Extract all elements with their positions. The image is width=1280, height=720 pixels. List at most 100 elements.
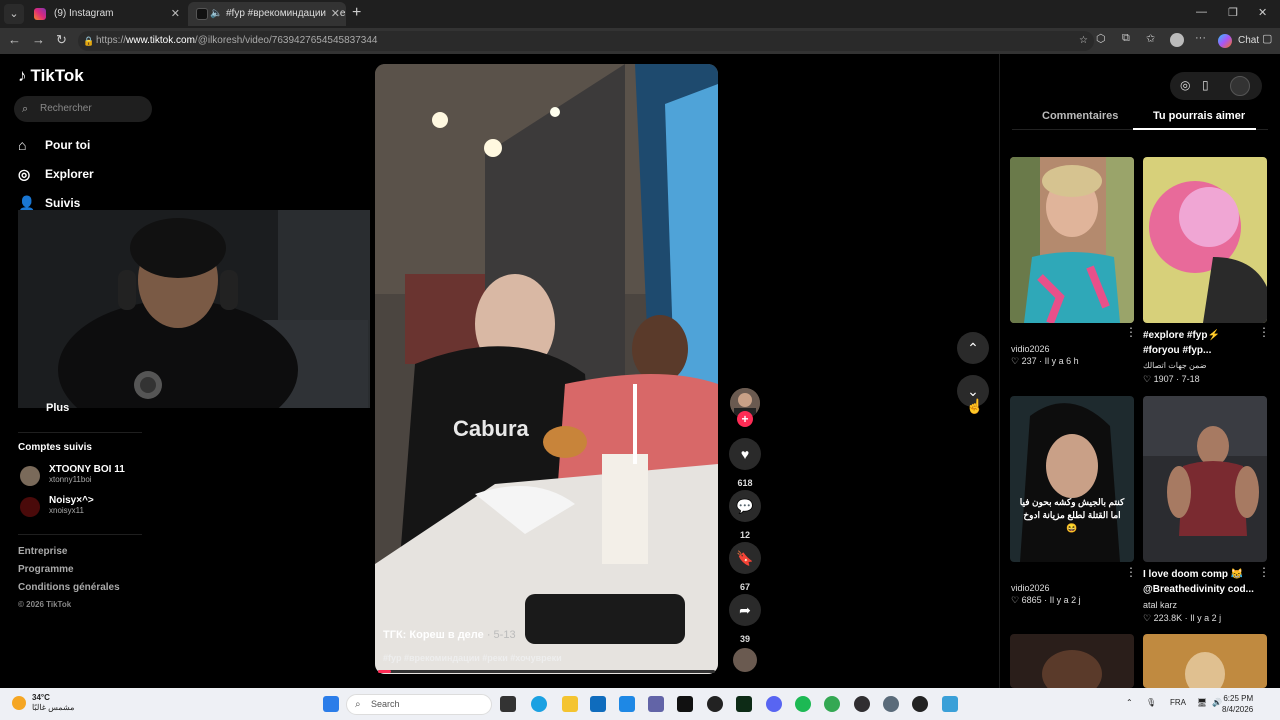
teams-icon[interactable] — [648, 696, 664, 712]
save-action[interactable]: 🔖 67 — [729, 542, 761, 592]
tab-tiktok[interactable]: 🔈 #fyp #врекоминдации #реки ✕ — [188, 2, 346, 26]
tab-you-may-like[interactable]: Tu pourrais aimer — [1153, 110, 1245, 122]
task-view-icon[interactable] — [500, 696, 516, 712]
tray-chevron-icon[interactable]: ⌃ — [1126, 698, 1133, 707]
footer-link-business[interactable]: Entreprise — [18, 546, 67, 557]
media-player-icon[interactable] — [912, 696, 928, 712]
app-v-icon[interactable] — [736, 696, 752, 712]
active-tab-indicator — [1133, 128, 1256, 130]
progress-fill — [378, 670, 392, 673]
card-author[interactable]: ضمن جهات اتصالك — [1143, 361, 1207, 370]
nav-for-you[interactable]: ⌂ Pour toi — [18, 136, 90, 154]
language-indicator[interactable]: FRA — [1170, 698, 1186, 707]
video-thumbnail[interactable] — [1010, 634, 1134, 688]
card-author[interactable]: vidio2026 — [1011, 583, 1050, 593]
forward-icon[interactable]: → — [32, 32, 45, 47]
profile-avatar[interactable] — [1230, 76, 1250, 96]
search-input[interactable]: ⌕ Rechercher — [14, 96, 152, 122]
coin-icon[interactable]: ◎ — [1180, 78, 1190, 92]
more-options-icon[interactable]: ⋮ — [1125, 325, 1137, 339]
copilot-chat-button[interactable]: Chat — [1218, 32, 1259, 50]
more-options-icon[interactable]: ⋮ — [1258, 325, 1270, 339]
favorite-star-icon[interactable]: ☆ — [1079, 31, 1088, 51]
close-tab-icon[interactable]: ✕ — [327, 2, 340, 26]
spotify-icon[interactable] — [795, 696, 811, 712]
nav-more[interactable]: Plus — [46, 402, 69, 414]
split-screen-icon[interactable]: ⧉ — [1122, 32, 1130, 45]
weather-widget[interactable]: 34°C مشمس غالبًا — [12, 693, 74, 713]
taskbar-search[interactable]: ⌕ Search — [346, 694, 492, 715]
speaker-icon[interactable]: 🔈 — [210, 2, 222, 26]
tab-actions-button[interactable]: ⌄ — [4, 4, 24, 24]
video-player[interactable]: Cabura — [375, 64, 718, 674]
card-title[interactable]: #explore #fyp⚡ #foryou #fyp... — [1143, 328, 1255, 358]
file-explorer-icon[interactable] — [562, 696, 578, 712]
store-icon[interactable] — [619, 696, 635, 712]
video-thumbnail[interactable] — [1143, 157, 1267, 323]
like-action[interactable]: ♥ 618 — [729, 438, 761, 488]
avatar — [20, 497, 40, 517]
system-clock[interactable]: 6:25 PM 8/4/2026 — [1222, 693, 1253, 715]
back-icon[interactable]: ← — [8, 32, 21, 47]
minimize-icon[interactable]: — — [1196, 6, 1207, 18]
tiktok-logo[interactable]: ♪ TikTok — [18, 66, 84, 86]
video-thumbnail[interactable] — [1143, 634, 1267, 688]
followed-account[interactable]: Noisy×^> xnoisyx11 — [20, 495, 94, 517]
video-thumbnail[interactable] — [1010, 157, 1134, 323]
more-options-icon[interactable]: ⋮ — [1258, 565, 1270, 579]
followed-account[interactable]: XTOONY BOI 11 xtonny11boi — [20, 464, 125, 486]
menu-more-icon[interactable]: ··· — [1195, 32, 1206, 44]
video-thumbnail[interactable] — [1143, 396, 1267, 562]
footer-link-program[interactable]: Programme — [18, 564, 74, 575]
notepad-icon[interactable] — [942, 696, 958, 712]
reload-icon[interactable]: ↻ — [56, 32, 67, 48]
thumbnail-image — [1143, 157, 1267, 323]
nav-explore[interactable]: ◎ Explorer — [18, 165, 94, 183]
close-tab-icon[interactable]: ✕ — [171, 2, 180, 26]
previous-video-button[interactable]: ⌃ — [957, 332, 989, 364]
windows-start-icon[interactable] — [323, 696, 339, 712]
new-tab-button[interactable]: + — [352, 4, 361, 22]
video-progress-bar[interactable] — [378, 670, 715, 673]
app-a-icon[interactable] — [677, 696, 693, 712]
microphone-icon[interactable]: 🎙 — [1146, 698, 1156, 707]
volume-icon[interactable]: 🔊 — [1212, 698, 1222, 707]
obs-icon[interactable] — [854, 696, 870, 712]
xbox-icon[interactable] — [707, 696, 723, 712]
settings-gear-icon[interactable] — [883, 696, 899, 712]
weather-temp: 34°C — [32, 693, 50, 702]
favorites-icon[interactable]: ✩ — [1146, 32, 1155, 45]
follow-plus-button[interactable]: + — [737, 411, 753, 427]
heart-outline-icon: ♡ — [1143, 374, 1152, 384]
maximize-icon[interactable]: ❐ — [1228, 6, 1238, 19]
device-icon[interactable]: ▯ — [1202, 78, 1209, 92]
chrome-icon[interactable] — [824, 696, 840, 712]
extensions-icon[interactable]: ⬡ — [1096, 32, 1106, 45]
footer-link-terms[interactable]: Conditions générales — [18, 582, 120, 593]
edge-icon[interactable] — [531, 696, 547, 712]
close-window-icon[interactable]: ✕ — [1258, 6, 1267, 19]
card-author[interactable]: vidio2026 — [1011, 344, 1050, 354]
share-icon[interactable]: ➦ — [729, 594, 761, 626]
tab-instagram[interactable]: (9) Instagram ✕ — [26, 2, 186, 26]
tab-comments[interactable]: Commentaires — [1042, 110, 1118, 122]
music-disc-icon[interactable] — [733, 648, 757, 672]
more-options-icon[interactable]: ⋮ — [1125, 565, 1137, 579]
comment-action[interactable]: 💬 12 — [729, 490, 761, 540]
card-author[interactable]: atal karz — [1143, 600, 1177, 610]
webcam-feed-image — [18, 210, 370, 408]
address-bar[interactable]: 🔒 https://www.tiktok.com/@ilkoresh/video… — [78, 31, 1094, 51]
video-hashtags[interactable]: #fyp #врекоминдации #реки #хочувреки — [383, 653, 562, 663]
network-icon[interactable]: 🖥 — [1197, 698, 1207, 707]
sound-disc[interactable] — [729, 648, 761, 672]
bookmark-icon[interactable]: 🔖 — [729, 542, 761, 574]
heart-icon[interactable]: ♥ — [729, 438, 761, 470]
sidebar-toggle-icon[interactable]: ▢ — [1262, 32, 1272, 45]
card-title[interactable]: I love doom comp 😹 @Breathedivinity cod.… — [1143, 567, 1255, 597]
comment-icon[interactable]: 💬 — [729, 490, 761, 522]
profile-avatar[interactable] — [1170, 33, 1184, 47]
outlook-icon[interactable] — [590, 696, 606, 712]
discord-icon[interactable] — [766, 696, 782, 712]
video-thumbnail[interactable]: كنتم بالجيش وكشه بحون فيا اما القتلة لطل… — [1010, 396, 1134, 562]
share-action[interactable]: ➦ 39 — [729, 594, 761, 644]
